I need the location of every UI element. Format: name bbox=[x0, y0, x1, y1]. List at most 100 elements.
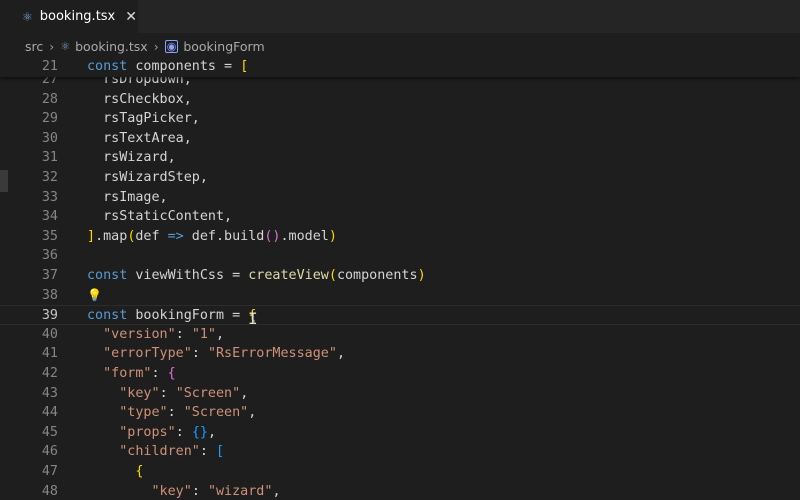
code-token: => bbox=[167, 228, 184, 244]
code-token: : bbox=[191, 346, 208, 362]
react-icon: ⚛ bbox=[60, 39, 71, 53]
code-token: {} bbox=[191, 424, 208, 440]
code-line[interactable]: 41 "errorType": "RsErrorMessage", bbox=[0, 344, 800, 364]
code-token: ) bbox=[328, 228, 337, 244]
code-token: def bbox=[135, 228, 168, 244]
code-line[interactable]: 39 const bookingForm = { bbox=[0, 305, 800, 325]
code-token: "props" bbox=[87, 424, 176, 440]
code-token: rsStaticContent, bbox=[87, 209, 233, 225]
line-number: 41 bbox=[41, 346, 58, 362]
tab-label: booking.tsx bbox=[39, 9, 116, 24]
line-number: 37 bbox=[41, 268, 58, 283]
code-text: "version": "1", bbox=[87, 325, 224, 345]
code-token: "key" bbox=[87, 385, 160, 401]
code-text: rsWizard, bbox=[87, 148, 176, 168]
code-token: , bbox=[272, 483, 281, 499]
code-token: "RsErrorMessage" bbox=[207, 346, 337, 362]
code-token: : bbox=[175, 424, 192, 440]
code-line[interactable]: 33 rsImage, bbox=[0, 188, 800, 208]
code-token: [ bbox=[216, 444, 225, 460]
line-number: 36 bbox=[41, 248, 58, 264]
tab-bar: ⚛ booking.tsx ✕ bbox=[0, 0, 800, 33]
line-number: 32 bbox=[41, 170, 58, 185]
code-line[interactable]: 34 rsStaticContent, bbox=[0, 207, 800, 227]
chevron-right-icon: › bbox=[49, 38, 55, 54]
close-icon[interactable]: ✕ bbox=[125, 9, 137, 25]
code-line[interactable]: 43 "key": "Screen", bbox=[0, 384, 800, 404]
react-icon: ⚛ bbox=[22, 9, 33, 24]
code-token: rsCheckbox, bbox=[87, 91, 192, 107]
code-text: { bbox=[87, 462, 143, 482]
code-line[interactable]: 21 const components = [ bbox=[0, 57, 800, 77]
code-line[interactable]: 30 rsTextArea, bbox=[0, 129, 800, 149]
tab-booking-tsx[interactable]: ⚛ booking.tsx ✕ bbox=[0, 0, 138, 33]
code-line[interactable]: 32 rsWizardStep, bbox=[0, 168, 800, 188]
code-line[interactable]: 47 { bbox=[0, 462, 800, 482]
code-token: "1" bbox=[191, 326, 216, 342]
breadcrumb-file[interactable]: booking.tsx bbox=[75, 39, 148, 54]
code-token: "wizard" bbox=[207, 483, 273, 499]
code-line[interactable]: 48 "key": "wizard", bbox=[0, 482, 800, 500]
lightbulb-icon[interactable]: 💡 bbox=[87, 288, 102, 302]
line-number: 43 bbox=[41, 385, 58, 401]
chevron-right-icon: › bbox=[153, 38, 159, 54]
code-token: def.build bbox=[183, 228, 265, 244]
code-line[interactable]: 28 rsCheckbox, bbox=[0, 90, 800, 110]
code-line[interactable]: 37 const viewWithCss = createView(compone… bbox=[0, 266, 800, 286]
line-number: 40 bbox=[41, 326, 58, 342]
code-token: , bbox=[248, 405, 257, 421]
code-token: : bbox=[191, 483, 208, 499]
code-token: , bbox=[216, 326, 225, 342]
code-token: { bbox=[167, 366, 176, 381]
code-token: const bbox=[87, 59, 136, 74]
code-token: "type" bbox=[87, 405, 168, 421]
code-token: rsTextArea, bbox=[87, 130, 192, 146]
breadcrumb-symbol[interactable]: bookingForm bbox=[183, 39, 264, 54]
code-text: "key": "Screen", bbox=[87, 384, 248, 404]
code-editor[interactable]: 21 const components = [27 rsDropdown, 28 r… bbox=[0, 57, 800, 500]
breadcrumb-src[interactable]: src bbox=[25, 39, 43, 54]
code-token: rsWizard, bbox=[87, 150, 176, 166]
code-text: 💡 bbox=[87, 286, 102, 306]
code-line[interactable]: 38 💡 bbox=[0, 286, 800, 306]
code-token: "errorType" bbox=[87, 346, 192, 362]
code-text: rsTagPicker, bbox=[87, 109, 200, 129]
line-number: 35 bbox=[41, 228, 58, 244]
code-token: rsTagPicker, bbox=[87, 111, 200, 127]
code-token: : bbox=[199, 444, 216, 460]
code-token: "form" bbox=[87, 366, 152, 381]
code-token: : bbox=[151, 366, 168, 381]
code-token: ( bbox=[328, 268, 337, 283]
line-number: 39 bbox=[41, 308, 58, 324]
line-number: 46 bbox=[41, 444, 58, 460]
line-number: 21 bbox=[41, 59, 58, 74]
code-text: rsTextArea, bbox=[87, 129, 192, 149]
code-text: rsImage, bbox=[87, 188, 168, 208]
code-line[interactable]: 46 "children": [ bbox=[0, 442, 800, 462]
code-line[interactable]: 44 "type": "Screen", bbox=[0, 403, 800, 423]
line-number: 45 bbox=[41, 424, 58, 440]
code-text: ].map(def => def.build().model) bbox=[87, 227, 337, 247]
code-token: "Screen" bbox=[183, 405, 249, 421]
code-line[interactable]: 36 bbox=[0, 246, 800, 266]
code-line[interactable]: 40 "version": "1", bbox=[0, 325, 800, 345]
line-number: 38 bbox=[41, 287, 58, 303]
code-text: rsStaticContent, bbox=[87, 207, 232, 227]
line-number: 33 bbox=[41, 189, 58, 205]
code-line[interactable]: 45 "props": {}, bbox=[0, 423, 800, 443]
line-number: 28 bbox=[41, 91, 58, 107]
code-token: [ bbox=[240, 59, 249, 74]
code-line[interactable]: 35 ].map(def => def.build().model) bbox=[0, 227, 800, 247]
text-cursor-icon: I bbox=[248, 309, 258, 328]
code-text: const components = [ bbox=[87, 57, 248, 77]
code-token: bookingForm = bbox=[135, 308, 249, 324]
code-line[interactable]: 31 rsWizard, bbox=[0, 148, 800, 168]
code-token: "Screen" bbox=[175, 385, 241, 401]
code-line[interactable]: 29 rsTagPicker, bbox=[0, 109, 800, 129]
code-text: "errorType": "RsErrorMessage", bbox=[87, 344, 345, 364]
code-token: rsWizardStep, bbox=[87, 170, 208, 185]
code-text: "props": {}, bbox=[87, 423, 216, 443]
code-token: const bbox=[87, 308, 136, 324]
code-line[interactable]: 42 "form": { bbox=[0, 364, 800, 384]
code-token: "key" bbox=[87, 483, 192, 499]
